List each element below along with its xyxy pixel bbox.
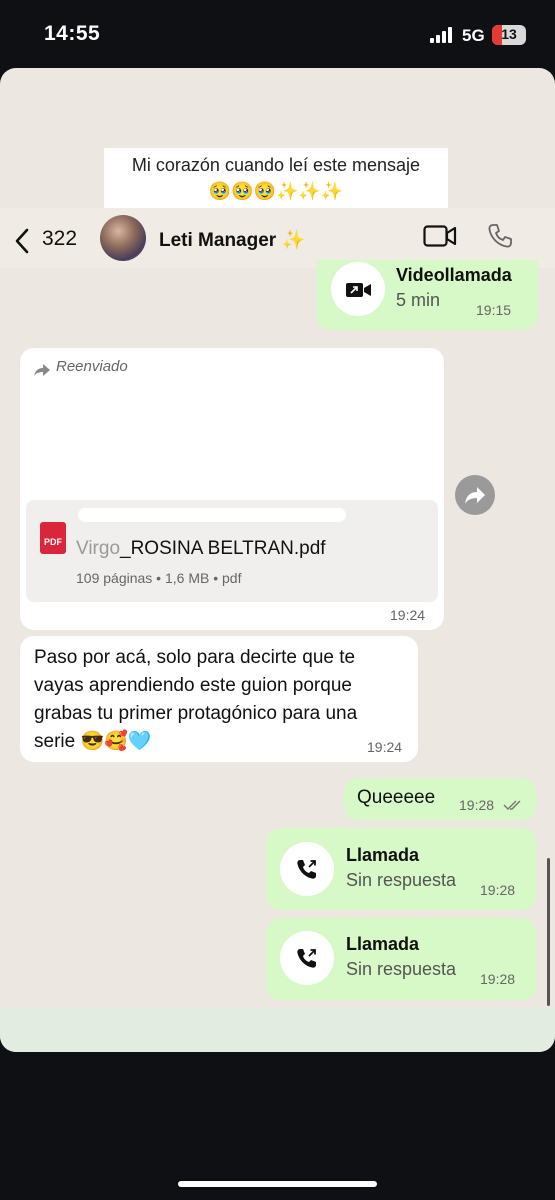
status-time: 14:55	[44, 22, 101, 45]
forwarded-label: Reenviado	[56, 358, 128, 375]
story-caption: Mi corazón cuando leí este mensaje 🥹🥹🥹✨✨…	[104, 148, 448, 208]
avatar[interactable]	[100, 215, 146, 261]
missed-call-time-1: 19:28	[480, 882, 516, 898]
video-call-icon	[345, 280, 373, 300]
pdf-file-icon: PDF	[40, 522, 66, 554]
share-forward-icon[interactable]	[455, 475, 495, 515]
incoming-line-2: vayas aprendiendo este guion porque	[34, 675, 352, 696]
contact-name-text: Leti Manager	[159, 230, 277, 251]
scrollbar[interactable]	[547, 858, 550, 1006]
video-call-duration: 5 min	[396, 290, 441, 310]
outgoing-message-time: 19:28	[459, 797, 495, 813]
home-indicator[interactable]	[178, 1181, 377, 1187]
unread-count[interactable]: 322	[42, 227, 77, 251]
document-file-name: Virgo_ROSINA BELTRAN.pdf	[76, 538, 326, 559]
back-chevron-icon[interactable]	[14, 228, 30, 261]
missed-call-title-2: Llamada	[346, 934, 420, 954]
forwarded-label-text: Reenviado	[56, 358, 128, 375]
caption-line-2: 🥹🥹🥹✨✨✨	[208, 181, 344, 201]
story-card: Mi corazón cuando leí este mensaje 🥹🥹🥹✨✨…	[0, 68, 555, 1052]
battery-icon: 13	[492, 25, 526, 45]
status-bar: 14:55 5G 13	[0, 0, 555, 68]
incoming-line-1: Paso por acá, solo para decirte que te	[34, 647, 356, 668]
read-receipt-icon	[503, 798, 523, 810]
contact-emoji: ✨	[281, 230, 306, 251]
missed-call-status-2: Sin respuesta	[346, 959, 457, 979]
document-time: 19:24	[390, 607, 426, 623]
outgoing-call-icon	[295, 946, 319, 970]
incoming-message-text: Paso por acá, solo para decirte que te v…	[34, 644, 357, 756]
missed-call-title-1: Llamada	[346, 845, 420, 865]
missed-call-time-2: 19:28	[480, 971, 516, 987]
incoming-message-time: 19:24	[367, 739, 403, 755]
incoming-line-3: grabas tu primer protagónico para una	[34, 703, 358, 724]
caption-line-1: Mi corazón cuando leí este mensaje	[131, 155, 421, 175]
video-call-time: 19:15	[476, 302, 512, 318]
incoming-line-4: serie 😎🥰🩵	[34, 731, 152, 752]
network-type: 5G	[462, 26, 485, 45]
phone-icon[interactable]	[487, 223, 513, 249]
video-call-title: Videollamada	[396, 265, 512, 285]
redacted-text	[78, 508, 346, 522]
message-composer[interactable]	[0, 1008, 555, 1052]
signal-icon	[430, 27, 456, 43]
missed-call-status-1: Sin respuesta	[346, 870, 457, 890]
video-call-icon[interactable]	[423, 224, 457, 248]
contact-name[interactable]: Leti Manager ✨	[159, 228, 305, 252]
outgoing-message-text: Queeeee	[357, 787, 436, 808]
battery-level: 13	[501, 26, 517, 42]
outgoing-call-icon	[295, 857, 319, 881]
forward-arrow-icon	[34, 363, 50, 376]
document-meta: 109 páginas • 1,6 MB • pdf	[76, 570, 242, 586]
